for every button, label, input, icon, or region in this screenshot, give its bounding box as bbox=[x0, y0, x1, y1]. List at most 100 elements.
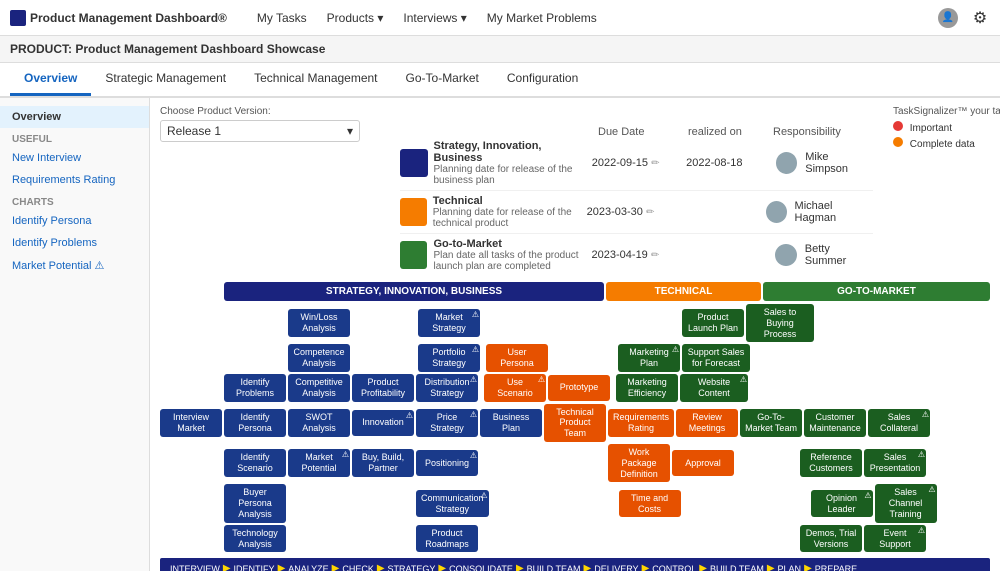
realized-strategy: 2022-08-18 bbox=[686, 157, 770, 169]
card-price-strategy[interactable]: Price Strategy⚠ bbox=[416, 409, 478, 437]
badge-complete-data: Complete data bbox=[893, 137, 1000, 150]
nav-my-tasks[interactable]: My Tasks bbox=[257, 11, 307, 25]
pipeline-step-build-team-1: BUILD TEAM bbox=[527, 564, 581, 571]
settings-icon[interactable]: ⚙ bbox=[970, 8, 990, 28]
brand-name: Product Management Dashboard® bbox=[30, 11, 227, 25]
card-marketing-plan[interactable]: Marketing Plan⚠ bbox=[618, 344, 680, 372]
card-identify-scenario[interactable]: Identify Scenario bbox=[224, 449, 286, 477]
card-opinion-leader[interactable]: Opinion Leader⚠ bbox=[811, 490, 873, 518]
sidebar-item-identify-problems[interactable]: Identify Problems bbox=[0, 232, 149, 254]
sidebar: Overview USEFUL New Interview Requiremen… bbox=[0, 98, 150, 571]
card-event-support[interactable]: Event Support⚠ bbox=[864, 525, 926, 553]
pipeline-arrow-9: ▶ bbox=[699, 563, 707, 571]
card-user-persona[interactable]: User Persona bbox=[486, 344, 548, 372]
card-review-meetings[interactable]: Review Meetings bbox=[676, 409, 738, 437]
card-market-strategy[interactable]: Market Strategy⚠ bbox=[418, 309, 480, 337]
card-reference-customers[interactable]: Reference Customers bbox=[800, 449, 862, 477]
card-win-loss[interactable]: Win/Loss Analysis bbox=[288, 309, 350, 337]
card-buyer-persona[interactable]: Buyer Persona Analysis bbox=[224, 484, 286, 522]
tab-configuration[interactable]: Configuration bbox=[493, 63, 592, 96]
pipeline-step-prepare: PREPARE bbox=[815, 564, 857, 571]
card-requirements-rating[interactable]: Requirements Rating bbox=[608, 409, 674, 437]
card-tech-product-team[interactable]: Technical Product Team bbox=[544, 404, 606, 442]
card-communication[interactable]: Communication Strategy⚠ bbox=[416, 490, 489, 518]
pipeline-step-control: CONTROL bbox=[652, 564, 696, 571]
pipeline-arrow-6: ▶ bbox=[516, 563, 524, 571]
card-portfolio-strategy[interactable]: Portfolio Strategy⚠ bbox=[418, 344, 480, 372]
card-sales-channel[interactable]: Sales Channel Training⚠ bbox=[875, 484, 937, 522]
card-technology[interactable]: Technology Analysis bbox=[224, 525, 286, 553]
card-buy-build[interactable]: Buy, Build, Partner bbox=[352, 449, 414, 477]
person-michael: Michael Hagman bbox=[795, 200, 873, 224]
version-select[interactable]: Release 1 ▾ bbox=[160, 120, 360, 142]
card-identify-problems[interactable]: Identify Problems bbox=[224, 374, 286, 402]
product-header-label: PRODUCT: Product Management Dashboard Sh… bbox=[10, 42, 325, 56]
card-website-content[interactable]: Website Content⚠ bbox=[680, 374, 748, 402]
workflow-header-technical: TECHNICAL bbox=[606, 282, 761, 301]
sidebar-item-requirements-rating[interactable]: Requirements Rating bbox=[0, 169, 149, 191]
pipeline-step-analyze: ANALYZE bbox=[288, 564, 328, 571]
user-icon[interactable]: 👤 bbox=[938, 8, 958, 28]
card-use-scenario[interactable]: Use Scenario⚠ bbox=[484, 374, 546, 402]
card-distribution[interactable]: Distribution Strategy⚠ bbox=[416, 374, 478, 402]
card-approval[interactable]: Approval bbox=[672, 450, 734, 476]
card-positioning[interactable]: Positioning⚠ bbox=[416, 450, 478, 476]
card-sales-presentation[interactable]: Sales Presentation⚠ bbox=[864, 449, 926, 477]
col-realized: realized on bbox=[688, 126, 773, 138]
card-customer-maintenance[interactable]: Customer Maintenance bbox=[804, 409, 866, 437]
nav-products[interactable]: Products ▾ bbox=[327, 11, 384, 25]
card-marketing-efficiency[interactable]: Marketing Efficiency bbox=[616, 374, 678, 402]
pipeline-step-build-team-2: BUILD TEAM bbox=[710, 564, 764, 571]
important-dot bbox=[893, 121, 903, 131]
nav-market-problems[interactable]: My Market Problems bbox=[487, 11, 597, 25]
pipeline-step-delivery: DELIVERY bbox=[594, 564, 638, 571]
card-identify-persona[interactable]: Identify Persona bbox=[224, 409, 286, 437]
card-prototype[interactable]: Prototype bbox=[548, 375, 610, 401]
card-work-package[interactable]: Work Package Definition bbox=[608, 444, 670, 482]
responsibility-strategy: Mike Simpson bbox=[776, 151, 873, 175]
card-sales-collateral[interactable]: Sales Collateral⚠ bbox=[868, 409, 930, 437]
workflow-pipeline: INTERVIEW ▶ IDENTIFY ▶ ANALYZE ▶ CHECK ▶… bbox=[160, 558, 990, 571]
sidebar-item-overview[interactable]: Overview bbox=[0, 106, 149, 128]
card-time-costs[interactable]: Time and Costs bbox=[619, 490, 681, 518]
card-swot[interactable]: SWOT Analysis bbox=[288, 409, 350, 437]
badge-complete-data-label: Complete data bbox=[910, 139, 975, 150]
main-nav: My Tasks Products ▾ Interviews ▾ My Mark… bbox=[257, 11, 938, 25]
sidebar-item-new-interview[interactable]: New Interview bbox=[0, 147, 149, 169]
card-business-plan[interactable]: Business Plan bbox=[480, 409, 542, 437]
card-competitive[interactable]: Competitive Analysis bbox=[288, 374, 350, 402]
edit-icon-gtm[interactable]: ✏ bbox=[651, 250, 659, 261]
card-gtm-team[interactable]: Go-To-Market Team bbox=[740, 409, 802, 437]
due-date-gtm: 2023-04-19 ✏ bbox=[592, 249, 680, 261]
tab-go-to-market[interactable]: Go-To-Market bbox=[392, 63, 493, 96]
pipeline-step-plan: PLAN bbox=[778, 564, 802, 571]
tab-technical[interactable]: Technical Management bbox=[240, 63, 391, 96]
edit-icon-strategy[interactable]: ✏ bbox=[651, 158, 659, 169]
workflow-header-strategy: STRATEGY, INNOVATION, BUSINESS bbox=[224, 282, 604, 301]
card-product-roadmaps[interactable]: Product Roadmaps bbox=[416, 525, 478, 553]
card-innovation[interactable]: Innovation⚠ bbox=[352, 410, 414, 436]
card-interview-market[interactable]: Interview Market bbox=[160, 409, 222, 437]
card-market-potential[interactable]: Market Potential⚠ bbox=[288, 449, 350, 477]
pipeline-arrow-10: ▶ bbox=[767, 563, 775, 571]
workflow-header-gtm: GO-TO-MARKET bbox=[763, 282, 990, 301]
release-color-technical bbox=[400, 198, 427, 226]
edit-icon-technical[interactable]: ✏ bbox=[646, 207, 654, 218]
pipeline-step-strategy: STRATEGY bbox=[388, 564, 436, 571]
avatar-mike bbox=[776, 152, 798, 174]
card-product-profitability[interactable]: Product Profitability bbox=[352, 374, 414, 402]
tab-overview[interactable]: Overview bbox=[10, 63, 91, 96]
card-sales-to-buying[interactable]: Sales to Buying Process bbox=[746, 304, 814, 342]
card-product-launch-plan[interactable]: Product Launch Plan bbox=[682, 309, 744, 337]
card-competence[interactable]: Competence Analysis bbox=[288, 344, 350, 372]
person-betty: Betty Summer bbox=[805, 243, 873, 267]
card-demos-trial[interactable]: Demos, Trial Versions bbox=[800, 525, 862, 553]
tab-strategic[interactable]: Strategic Management bbox=[91, 63, 240, 96]
sidebar-item-market-potential[interactable]: Market Potential ⚠ bbox=[0, 254, 149, 277]
sidebar-item-identify-persona[interactable]: Identify Persona bbox=[0, 210, 149, 232]
release-title-gtm: Go-to-Market bbox=[433, 238, 585, 250]
card-support-sales[interactable]: Support Sales for Forecast bbox=[682, 344, 750, 372]
page-tabs: Overview Strategic Management Technical … bbox=[0, 63, 1000, 98]
nav-interviews[interactable]: Interviews ▾ bbox=[403, 11, 466, 25]
pipeline-step-check: CHECK bbox=[342, 564, 374, 571]
